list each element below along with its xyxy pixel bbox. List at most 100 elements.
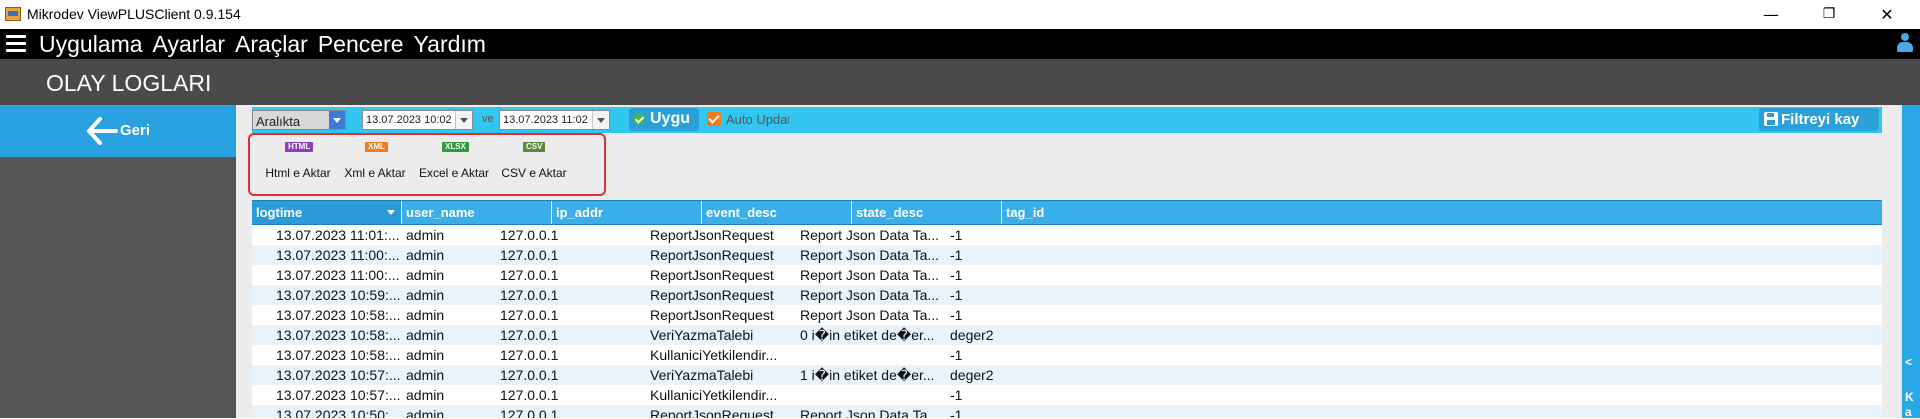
cell-event-desc: ReportJsonRequest bbox=[650, 407, 774, 418]
table-header: logtime user_name ip_addr event_desc sta… bbox=[252, 200, 1882, 225]
check-icon bbox=[633, 113, 645, 125]
export-excel-label: Excel e Aktar bbox=[418, 166, 490, 180]
cell-state-desc: Report Json Data Ta... bbox=[800, 227, 940, 243]
right-side-panel-tab[interactable]: < K a bbox=[1902, 59, 1920, 419]
table-row[interactable]: 13.07.2023 10:57:... admin 127.0.0.1 VeriYa… bbox=[252, 365, 1882, 385]
cell-tag-id: deger2 bbox=[950, 367, 994, 383]
menu-item-ayarlar[interactable]: Ayarlar bbox=[153, 31, 225, 58]
cell-ip-addr: 127.0.0.1 bbox=[500, 407, 559, 418]
chevron-down-icon[interactable] bbox=[455, 111, 472, 129]
app-icon bbox=[5, 7, 21, 21]
table-body: 13.07.2023 11:01:... admin 127.0.0.1 Report… bbox=[252, 225, 1882, 418]
export-csv-button[interactable]: CSV CSV e Aktar bbox=[493, 138, 575, 186]
start-datetime-value: 13.07.2023 10:02 bbox=[366, 114, 452, 126]
cell-logtime: 13.07.2023 11:00:... bbox=[276, 267, 400, 283]
cell-state-desc: Report Json Data Ta... bbox=[800, 407, 940, 418]
cell-logtime: 13.07.2023 10:57:... bbox=[276, 387, 401, 403]
export-html-button[interactable]: HTML Html e Aktar bbox=[257, 138, 339, 186]
cell-ip-addr: 127.0.0.1 bbox=[500, 247, 559, 263]
cell-user-name: admin bbox=[406, 247, 445, 263]
chevron-down-icon[interactable] bbox=[329, 111, 345, 129]
close-button[interactable]: ✕ bbox=[1864, 0, 1910, 29]
table-row[interactable]: 13.07.2023 10:50:... admin 127.0.0.1 Report… bbox=[252, 405, 1882, 418]
table-row[interactable]: 13.07.2023 11:01:... admin 127.0.0.1 Report… bbox=[252, 225, 1882, 245]
window-title: Mikrodev ViewPLUSClient 0.9.154 bbox=[27, 6, 241, 22]
menubar: Uygulama Ayarlar Araçlar Pencere Yardım bbox=[0, 29, 1920, 59]
cell-user-name: admin bbox=[406, 407, 445, 418]
cell-event-desc: VeriYazmaTalebi bbox=[650, 327, 754, 343]
cell-ip-addr: 127.0.0.1 bbox=[500, 387, 559, 403]
cell-tag-id: -1 bbox=[950, 387, 963, 403]
html-file-icon: HTML bbox=[285, 142, 314, 152]
filter-bar bbox=[252, 107, 1882, 133]
column-header-logtime[interactable]: logtime bbox=[252, 201, 402, 224]
table-row[interactable]: 13.07.2023 10:58:... admin 127.0.0.1 VeriYa… bbox=[252, 325, 1882, 345]
user-icon[interactable] bbox=[1896, 33, 1914, 53]
cell-logtime: 13.07.2023 11:01:... bbox=[276, 227, 400, 243]
side-tab-letter: K bbox=[1905, 390, 1914, 404]
save-disk-icon bbox=[1764, 112, 1778, 126]
xml-file-icon: XML bbox=[365, 142, 388, 152]
cell-logtime: 13.07.2023 10:58:... bbox=[276, 327, 401, 343]
cell-state-desc: 0 i�in etiket de�er... bbox=[800, 327, 935, 343]
cell-tag-id: -1 bbox=[950, 267, 963, 283]
back-arrow-icon bbox=[87, 117, 118, 145]
cell-tag-id: -1 bbox=[950, 287, 963, 303]
column-header-tag-id[interactable]: tag_id bbox=[1002, 201, 1882, 224]
range-mode-select[interactable]: Aralıkta bbox=[252, 110, 346, 130]
cell-logtime: 13.07.2023 10:58:... bbox=[276, 307, 401, 323]
cell-tag-id: -1 bbox=[950, 307, 963, 323]
cell-ip-addr: 127.0.0.1 bbox=[500, 307, 559, 323]
menu-item-uygulama[interactable]: Uygulama bbox=[39, 31, 143, 58]
collapse-arrow-icon[interactable]: < bbox=[1905, 355, 1912, 369]
xlsx-file-icon: XLSX bbox=[442, 142, 469, 152]
cell-tag-id: deger2 bbox=[950, 327, 994, 343]
cell-ip-addr: 127.0.0.1 bbox=[500, 347, 559, 363]
window-titlebar: Mikrodev ViewPLUSClient 0.9.154 — ❐ ✕ bbox=[0, 0, 1920, 29]
menu-item-yardim[interactable]: Yardım bbox=[414, 31, 486, 58]
auto-update-label[interactable]: Auto Update bbox=[726, 112, 789, 127]
column-header-user-name[interactable]: user_name bbox=[402, 201, 552, 224]
save-filter-label: Filtreyi kay bbox=[1781, 111, 1860, 128]
end-datetime-value: 13.07.2023 11:02 bbox=[503, 114, 588, 126]
cell-state-desc: Report Json Data Ta... bbox=[800, 307, 940, 323]
table-row[interactable]: 13.07.2023 11:00:... admin 127.0.0.1 Report… bbox=[252, 265, 1882, 285]
table-row[interactable]: 13.07.2023 10:57:... admin 127.0.0.1 Kullan… bbox=[252, 385, 1882, 405]
cell-tag-id: -1 bbox=[950, 227, 963, 243]
table-row[interactable]: 13.07.2023 10:59:... admin 127.0.0.1 Report… bbox=[252, 285, 1882, 305]
column-header-ip-addr[interactable]: ip_addr bbox=[552, 201, 702, 224]
cell-logtime: 13.07.2023 10:50:... bbox=[276, 407, 401, 418]
export-xml-button[interactable]: XML Xml e Aktar bbox=[334, 138, 416, 186]
menu-item-pencere[interactable]: Pencere bbox=[318, 31, 404, 58]
table-row[interactable]: 13.07.2023 10:58:... admin 127.0.0.1 Report… bbox=[252, 305, 1882, 325]
back-label: Geri bbox=[120, 122, 151, 139]
cell-event-desc: ReportJsonRequest bbox=[650, 227, 774, 243]
hamburger-menu-icon[interactable] bbox=[6, 35, 26, 53]
cell-ip-addr: 127.0.0.1 bbox=[500, 287, 559, 303]
column-header-event-desc[interactable]: event_desc bbox=[702, 201, 852, 224]
cell-user-name: admin bbox=[406, 387, 445, 403]
cell-logtime: 13.07.2023 10:59:... bbox=[276, 287, 401, 303]
menu-item-araclar[interactable]: Araçlar bbox=[235, 31, 308, 58]
auto-update-checkbox[interactable] bbox=[707, 112, 721, 126]
chevron-down-icon[interactable] bbox=[592, 111, 609, 129]
cell-user-name: admin bbox=[406, 367, 445, 383]
minimize-button[interactable]: — bbox=[1748, 0, 1794, 29]
table-row[interactable]: 13.07.2023 10:58:... admin 127.0.0.1 Kullan… bbox=[252, 345, 1882, 365]
cell-tag-id: -1 bbox=[950, 347, 963, 363]
apply-button[interactable]: Uygu bbox=[629, 108, 699, 131]
cell-event-desc: KullaniciYetkilendir... bbox=[650, 387, 778, 403]
end-datetime-picker[interactable]: 13.07.2023 11:02 bbox=[499, 110, 610, 130]
cell-logtime: 13.07.2023 11:00:... bbox=[276, 247, 400, 263]
right-side-panel-blue[interactable]: < K a bbox=[1902, 105, 1920, 419]
back-button[interactable]: Geri bbox=[0, 105, 236, 157]
cell-tag-id: -1 bbox=[950, 247, 963, 263]
menu-items: Uygulama Ayarlar Araçlar Pencere Yardım bbox=[39, 31, 486, 58]
column-header-state-desc[interactable]: state_desc bbox=[852, 201, 1002, 224]
start-datetime-picker[interactable]: 13.07.2023 10:02 bbox=[362, 110, 473, 130]
save-filter-button[interactable]: Filtreyi kay bbox=[1759, 108, 1879, 131]
restore-button[interactable]: ❐ bbox=[1806, 0, 1852, 29]
export-excel-button[interactable]: XLSX Excel e Aktar bbox=[413, 138, 495, 186]
cell-event-desc: ReportJsonRequest bbox=[650, 287, 774, 303]
table-row[interactable]: 13.07.2023 11:00:... admin 127.0.0.1 Report… bbox=[252, 245, 1882, 265]
